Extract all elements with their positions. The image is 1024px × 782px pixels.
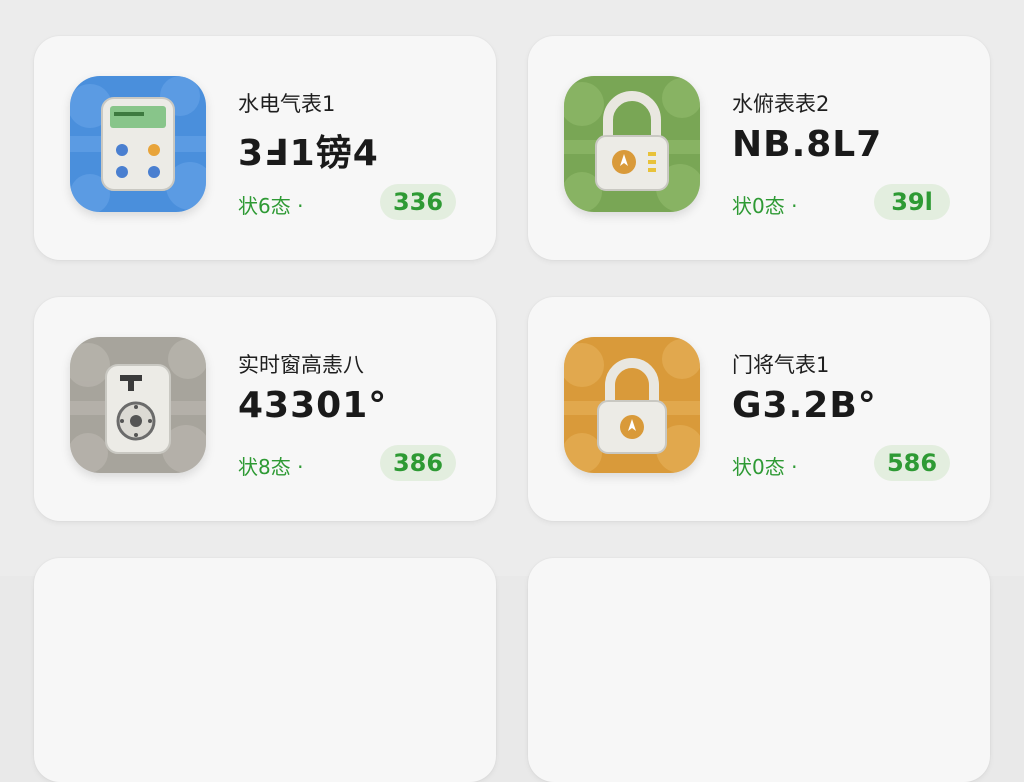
meter-name: 水电气表1 <box>238 92 336 116</box>
dial-meter-icon <box>70 337 206 473</box>
meter-dashboard: 水电气表1 3Ⅎ1镑4 状6态 · 336 水俯表表2 NB.8L7 状0态 ·… <box>0 0 1024 782</box>
meter-name: 水俯表表2 <box>732 92 830 116</box>
meter-card[interactable]: 水俯表表2 NB.8L7 状0态 · 39l <box>528 36 990 260</box>
meter-tile <box>564 337 700 473</box>
meter-reading: 43301° <box>238 385 388 426</box>
meter-status: 状6态 · <box>238 194 304 218</box>
meter-name: 门将气表1 <box>732 353 830 377</box>
meter-card[interactable] <box>34 558 496 782</box>
meter-card[interactable] <box>528 558 990 782</box>
meter-tile <box>70 337 206 473</box>
padlock-icon <box>564 76 700 212</box>
status-badge: 586 <box>874 445 950 481</box>
meter-reading: G3.2B° <box>732 385 877 426</box>
status-badge: 336 <box>380 184 456 220</box>
meter-reading: 3Ⅎ1镑4 <box>238 133 379 174</box>
meter-reading: NB.8L7 <box>732 124 883 165</box>
meter-name: 实时窗高恚八 <box>238 353 364 377</box>
meter-status: 状0态 · <box>732 455 798 479</box>
calculator-meter-icon <box>70 76 206 212</box>
meter-card[interactable]: 门将气表1 G3.2B° 状0态 · 586 <box>528 297 990 521</box>
meter-status: 状8态 · <box>238 455 304 479</box>
meter-card[interactable]: 实时窗高恚八 43301° 状8态 · 386 <box>34 297 496 521</box>
meter-status: 状0态 · <box>732 194 798 218</box>
meter-tile <box>564 76 700 212</box>
meter-tile <box>70 76 206 212</box>
status-badge: 39l <box>874 184 950 220</box>
status-badge: 386 <box>380 445 456 481</box>
padlock-icon <box>564 337 700 473</box>
meter-card[interactable]: 水电气表1 3Ⅎ1镑4 状6态 · 336 <box>34 36 496 260</box>
